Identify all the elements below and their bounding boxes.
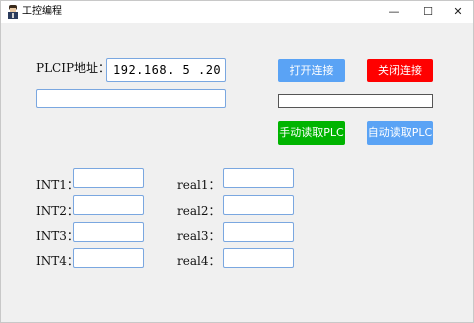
real4-input[interactable]	[223, 248, 294, 268]
status-input[interactable]	[36, 89, 226, 108]
title-bar[interactable]: 工控编程 — ☐ ✕	[1, 1, 473, 23]
int2-input[interactable]	[73, 195, 144, 215]
real3-label: real3：	[177, 229, 221, 243]
real1-input[interactable]	[223, 168, 294, 188]
real3-input[interactable]	[223, 222, 294, 242]
plc-ip-input[interactable]: 192.168. 5 .20	[106, 58, 226, 82]
int4-input[interactable]	[73, 248, 144, 268]
manual-read-plc-button[interactable]: 手动读取PLC	[278, 121, 345, 145]
minimize-button[interactable]: —	[379, 1, 409, 23]
int3-input[interactable]	[73, 222, 144, 242]
real4-label: real4：	[177, 254, 221, 268]
auto-read-plc-button[interactable]: 自动读取PLC	[367, 121, 433, 145]
real1-label: real1：	[177, 178, 221, 192]
connection-progress-bar	[278, 94, 433, 108]
close-connection-button[interactable]: 关闭连接	[367, 59, 433, 82]
plc-ip-label: PLCIP地址：	[36, 61, 111, 75]
app-logo-icon	[8, 5, 18, 19]
open-connection-button[interactable]: 打开连接	[278, 59, 345, 82]
window-title: 工控编程	[22, 6, 62, 17]
real2-input[interactable]	[223, 195, 294, 215]
real2-label: real2：	[177, 204, 221, 218]
close-window-button[interactable]: ✕	[443, 1, 473, 23]
maximize-button[interactable]: ☐	[413, 1, 443, 23]
int1-input[interactable]	[73, 168, 144, 188]
app-window: 工控编程 — ☐ ✕ PLCIP地址： 192.168. 5 .20 打开连接 …	[0, 0, 474, 323]
